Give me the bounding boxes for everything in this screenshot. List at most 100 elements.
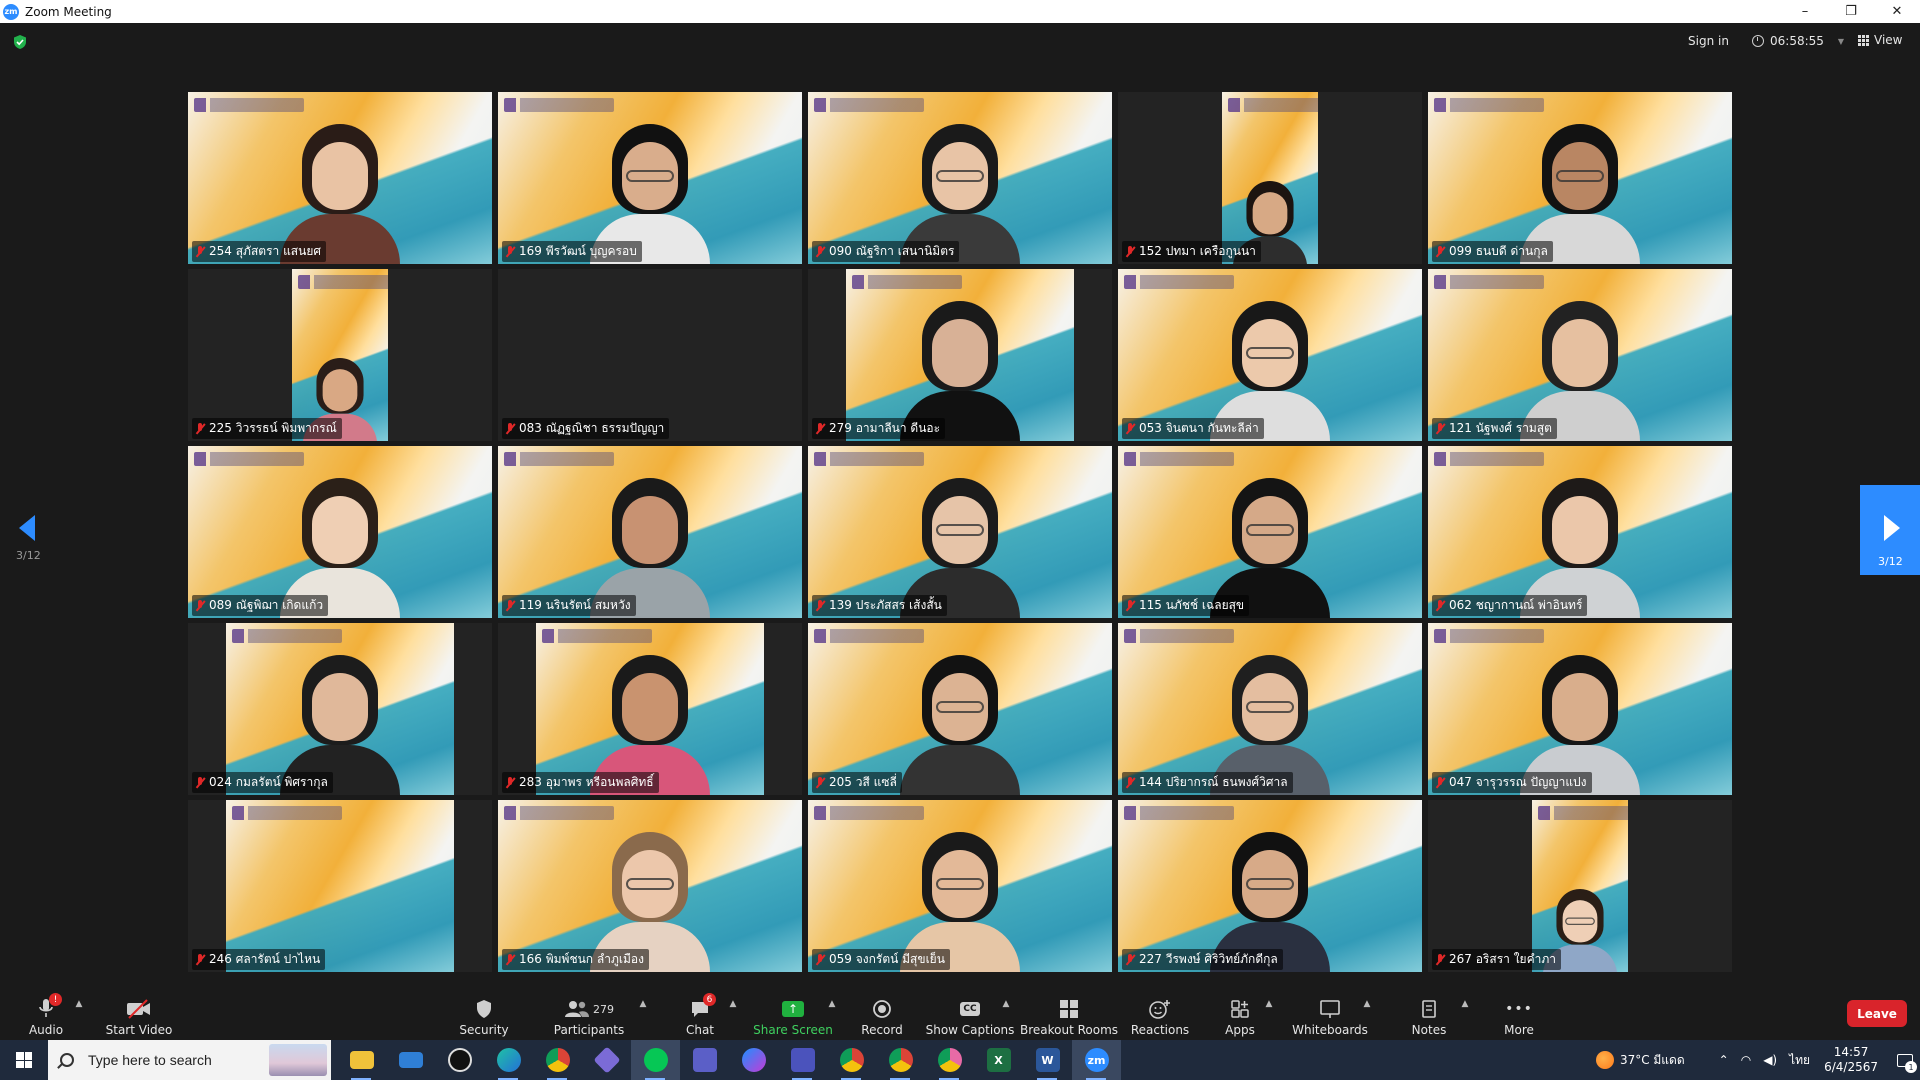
audio-button[interactable]: ! Audio [24,991,68,1037]
start-button[interactable] [0,1040,48,1080]
participant-video-tile[interactable]: 227 วีรพงษ์ ศิริวิทย์ภักดีกุล [1118,800,1422,972]
participant-video-tile[interactable]: 283 อุมาพร หรีอนพลศิทธิ์ [498,623,802,795]
view-button[interactable]: View [1858,33,1902,47]
record-label: Record [861,1023,903,1037]
more-button[interactable]: ••• More [1503,991,1535,1037]
participant-video-tile[interactable]: 115 นภัชช์ เฉลยสุข [1118,446,1422,618]
notes-button[interactable]: Notes [1412,991,1446,1037]
chat-options-caret[interactable]: ▲ [726,991,740,1037]
teams-work-app[interactable] [778,1040,827,1080]
excel-app[interactable]: X [974,1040,1023,1080]
participant-name: 047 จารุวรรณ ปัญญาแปง [1449,775,1587,789]
apps-options-caret[interactable]: ▲ [1262,991,1276,1037]
record-button[interactable]: Record [861,991,903,1037]
taskbar-time: 14:57 [1833,1045,1869,1059]
captions-options-caret[interactable]: ▲ [999,991,1013,1037]
participant-video-tile[interactable]: 169 พีรวัฒน์ บุญครอบ [498,92,802,264]
participants-options-caret[interactable]: ▲ [636,991,650,1037]
next-page-button[interactable]: 3/12 [1860,485,1920,575]
messenger-app[interactable] [729,1040,778,1080]
start-video-label: Start Video [105,1023,173,1037]
participants-count: 279 [593,1002,614,1016]
file-explorer-app[interactable] [337,1040,386,1080]
edge-browser-app[interactable] [484,1040,533,1080]
participant-video-tile[interactable]: 267 อริสรา ใยคำภา [1428,800,1732,972]
participant-video-tile[interactable]: 090 ณัฐริกา เสนานิมิตร [808,92,1112,264]
line-app[interactable] [631,1040,680,1080]
participant-video-tile[interactable]: 166 พิมพ์ชนก ลำภูเมือง [498,800,802,972]
notification-center-button[interactable]: 1 [1890,1040,1920,1080]
participant-video-tile[interactable]: 205 วสี แซลี่ [808,623,1112,795]
teams-app[interactable] [680,1040,729,1080]
chrome-app[interactable] [533,1040,582,1080]
participant-video-tile[interactable]: 047 จารุวรรณ ปัญญาแปง [1428,623,1732,795]
participant-video-tile[interactable]: 062 ชญากานณ์ พ่าอินทร์ [1428,446,1732,618]
zoom-app[interactable]: zm [1072,1040,1121,1080]
participant-video-tile[interactable]: 279 อามาลีนา ดีนอะ [808,269,1112,441]
chevron-down-icon: ▼ [1837,36,1845,46]
participant-video-tile[interactable]: 139 ประภัสสร เส้งสั้น [808,446,1112,618]
participant-video-tile[interactable]: 083 ณัฏฐณิชา ธรรมปัญญา [498,269,802,441]
notes-options-caret[interactable]: ▲ [1458,991,1472,1037]
chrome-profile-3-app[interactable] [876,1040,925,1080]
show-captions-button[interactable]: CC Show Captions [926,991,1014,1037]
chat-button[interactable]: 6 Chat [685,991,716,1037]
captions-icon: CC [956,997,984,1021]
participant-name-label: 152 ปทมา เครือกูนนา [1122,241,1261,262]
participant-silhouette [900,655,1020,795]
participant-video-feed [808,446,1112,618]
previous-page-button[interactable]: 3/12 [16,515,41,562]
word-app[interactable]: W [1023,1040,1072,1080]
participant-video-tile[interactable]: 053 จินตนา กันทะลีล่า [1118,269,1422,441]
participant-video-tile[interactable]: 099 ธนบดี ด่านกุล [1428,92,1732,264]
taskbar-search-box[interactable]: Type here to search [48,1040,331,1080]
encryption-shield-icon[interactable] [12,34,28,50]
participant-video-tile[interactable]: 089 ณัฐพิฌา เกิดแก้ว [188,446,492,618]
volume-icon[interactable]: ◀) [1763,1053,1777,1067]
share-options-caret[interactable]: ▲ [825,991,839,1037]
participant-name: 279 อามาลีนา ดีนอะ [829,421,941,435]
chrome-profile-4-app[interactable] [925,1040,974,1080]
security-button[interactable]: Security [458,991,510,1037]
participant-video-feed [226,800,454,972]
show-hidden-icons-chevron-icon[interactable]: ⌃ [1719,1053,1729,1067]
participants-button[interactable]: 279 Participants [554,991,624,1037]
chevron-up-icon: ▲ [639,999,647,1009]
camera-app[interactable] [435,1040,484,1080]
mic-muted-icon [195,776,205,789]
participant-video-tile[interactable]: 119 นรินรัตน์ สมหวัง [498,446,802,618]
audio-options-caret[interactable]: ▲ [72,991,86,1037]
share-screen-button[interactable]: ↑ Share Screen [753,991,833,1037]
weather-widget[interactable]: 37°C มีแดด [1595,1051,1685,1070]
chrome-profile-2-app[interactable] [827,1040,876,1080]
participant-video-tile[interactable]: 225 วิวรรธน์ พิมพากรณ์ [188,269,492,441]
meeting-timer[interactable]: 06:58:55 ▼ [1752,34,1844,48]
participant-video-tile[interactable]: 246 ศลารัตน์ ปาไหน [188,800,492,972]
whiteboards-button[interactable]: Whiteboards [1292,991,1368,1037]
windows-taskbar: Type here to search X W zm 37°C มีแดด ⌃ … [0,1040,1920,1080]
hexagon-icon [592,1046,621,1074]
mail-app[interactable] [386,1040,435,1080]
participant-name: 059 จงกรัตน์ มีสุขเย็น [829,952,945,966]
apps-button[interactable]: Apps [1224,991,1256,1037]
sign-in-link[interactable]: Sign in [1688,34,1729,48]
whiteboards-options-caret[interactable]: ▲ [1360,991,1374,1037]
participant-video-tile[interactable]: 024 กมลรัตน์ พิศรากุล [188,623,492,795]
weather-text: 37°C มีแดด [1619,1052,1685,1067]
leave-button[interactable]: Leave [1847,1000,1907,1027]
input-language[interactable]: ไทย [1789,1051,1810,1070]
copilot-app[interactable] [582,1040,631,1080]
participant-video-tile[interactable]: 144 ปริยากรณ์ ธนพงศ์วิศาล [1118,623,1422,795]
participant-video-tile[interactable]: 152 ปทมา เครือกูนนา [1118,92,1422,264]
minimize-button[interactable]: – [1782,0,1828,23]
participant-video-tile[interactable]: 121 นัฐพงศ์ รามสูต [1428,269,1732,441]
wifi-icon[interactable]: ◠ [1741,1053,1751,1067]
breakout-rooms-button[interactable]: Breakout Rooms [1020,991,1118,1037]
start-video-button[interactable]: Start Video [104,991,174,1037]
reactions-button[interactable]: Reactions [1131,991,1189,1037]
participant-video-tile[interactable]: 254 สุภัสตรา แสนยศ [188,92,492,264]
restore-button[interactable]: ❐ [1828,0,1874,23]
taskbar-clock[interactable]: 14:57 6/4/2567 [1824,1045,1878,1075]
participant-video-tile[interactable]: 059 จงกรัตน์ มีสุขเย็น [808,800,1112,972]
close-button[interactable]: ✕ [1874,0,1920,23]
